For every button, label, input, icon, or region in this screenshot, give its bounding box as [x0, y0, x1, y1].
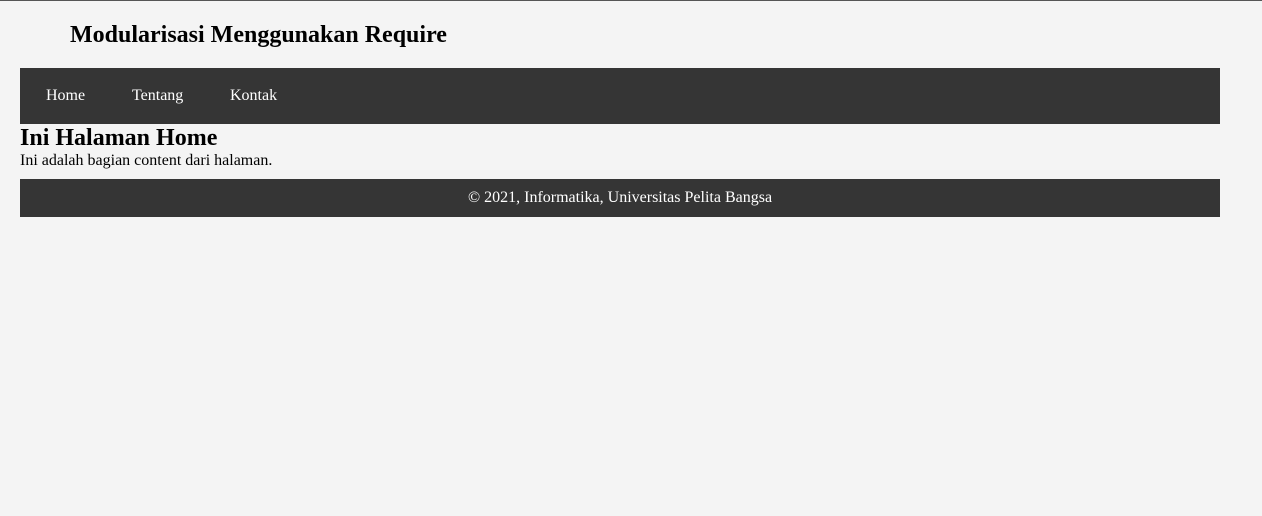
nav-link-kontak[interactable]: Kontak	[230, 68, 277, 124]
content-body: Ini adalah bagian content dari halaman.	[20, 152, 273, 169]
nav-link-home[interactable]: Home	[46, 68, 85, 124]
page-title: Modularisasi Menggunakan Require	[70, 22, 447, 48]
footer-text: © 2021, Informatika, Universitas Pelita …	[467, 189, 773, 206]
content-heading: Ini Halaman Home	[20, 125, 218, 151]
nav-link-tentang[interactable]: Tentang	[132, 68, 183, 124]
site-footer: © 2021, Informatika, Universitas Pelita …	[20, 179, 1220, 217]
main-nav: Home Tentang Kontak	[20, 68, 1220, 124]
site-header: Modularisasi Menggunakan Require	[0, 1, 1262, 68]
main-content: Ini Halaman Home Ini adalah bagian conte…	[20, 124, 272, 170]
